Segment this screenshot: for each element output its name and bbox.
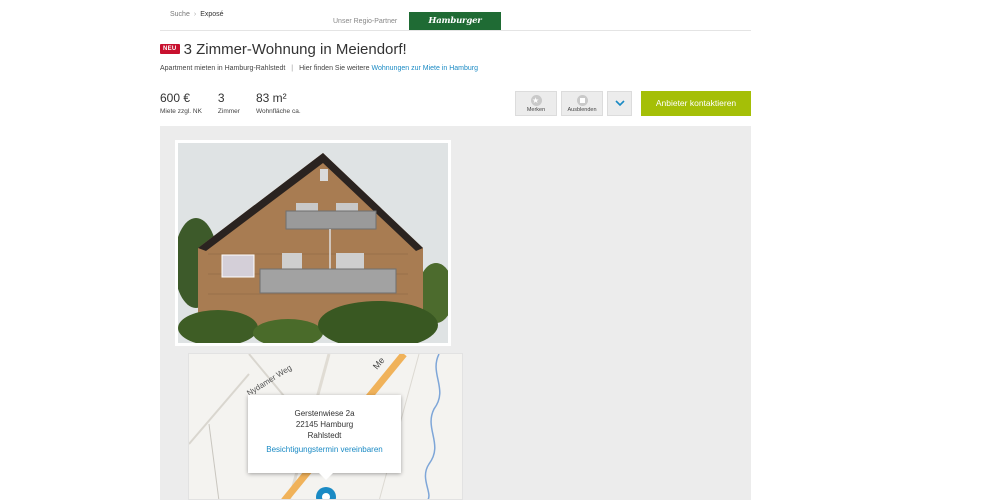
popup-street: Gerstenwiese 2a bbox=[294, 409, 355, 418]
popup-tip bbox=[319, 473, 333, 480]
map-popup: Gerstenwiese 2a 22145 Hamburg Rahlstedt … bbox=[248, 395, 401, 480]
popup-city: 22145 Hamburg bbox=[295, 420, 354, 429]
viewing-appointment-link[interactable]: Besichtigungstermin vereinbaren bbox=[248, 445, 401, 454]
hide-label: Ausblenden bbox=[567, 107, 597, 113]
hide-button[interactable]: Ausblenden bbox=[561, 91, 603, 116]
save-button[interactable]: Merken bbox=[515, 91, 557, 116]
gallery-area: Nydamer Weg Me Gerstenwiese 2a 22145 Ham… bbox=[160, 126, 751, 500]
listing-subline: Apartment mieten in Hamburg-Rahlstedt | Hi… bbox=[160, 65, 478, 72]
listing-title: 3 Zimmer-Wohnung in Meiendorf! bbox=[183, 40, 407, 58]
fact-label: Zimmer bbox=[217, 108, 240, 115]
save-label: Merken bbox=[526, 107, 546, 113]
fact-value: 600 € bbox=[160, 91, 191, 105]
breadcrumb-separator: › bbox=[193, 11, 197, 18]
breadcrumb: Suche › Exposé bbox=[170, 11, 224, 18]
fact-value: 83 m² bbox=[255, 91, 287, 105]
expose-page: Suche › Exposé Unser Regio-Partner Hamburg… bbox=[160, 0, 751, 500]
location-map[interactable]: Nydamer Weg Me Gerstenwiese 2a 22145 Ham… bbox=[188, 353, 463, 500]
photo-frame[interactable] bbox=[175, 140, 451, 346]
title-row: NEU 3 Zimmer-Wohnung in Meiendorf! bbox=[160, 40, 407, 58]
breadcrumb-search-link[interactable]: Suche bbox=[170, 11, 190, 18]
fact-area: 83 m² Wohnfläche ca. bbox=[255, 91, 301, 116]
fact-rent: 600 € Miete zzgl. NK bbox=[160, 91, 202, 116]
street-label: Nydamer Weg bbox=[245, 363, 293, 398]
partner-logo[interactable]: Hamburger Abendblatt bbox=[409, 12, 501, 44]
hide-icon bbox=[576, 95, 588, 106]
map-pin-icon[interactable] bbox=[316, 487, 336, 499]
partner-label: Unser Regio-Partner bbox=[333, 18, 398, 25]
subline-separator: | bbox=[291, 65, 294, 72]
fact-value: 3 bbox=[217, 91, 225, 105]
key-facts: 600 € Miete zzgl. NK 3 Zimmer 83 m² Wohn… bbox=[160, 91, 317, 116]
star-icon bbox=[530, 95, 542, 106]
fact-label: Miete zzgl. NK bbox=[160, 108, 202, 115]
location-text: Apartment mieten in Hamburg-Rahlstedt bbox=[160, 65, 286, 72]
chevron-down-icon bbox=[615, 100, 625, 107]
house-photo[interactable] bbox=[178, 143, 448, 343]
street-label: Me bbox=[371, 355, 387, 371]
breadcrumb-current: Exposé bbox=[200, 11, 224, 18]
fact-label: Wohnfläche ca. bbox=[255, 108, 301, 115]
popup-district: Rahlstedt bbox=[307, 431, 342, 440]
fact-rooms: 3 Zimmer bbox=[217, 91, 240, 116]
new-badge: NEU bbox=[160, 44, 180, 54]
more-actions-button[interactable] bbox=[607, 91, 632, 116]
top-bar: Suche › Exposé Unser Regio-Partner Hamburg… bbox=[160, 0, 751, 44]
more-listings-link[interactable]: Wohnungen zur Miete in Hamburg bbox=[372, 65, 478, 72]
more-listings-prefix: Hier finden Sie weitere bbox=[299, 65, 370, 72]
contact-provider-button[interactable]: Anbieter kontaktieren bbox=[641, 91, 751, 116]
